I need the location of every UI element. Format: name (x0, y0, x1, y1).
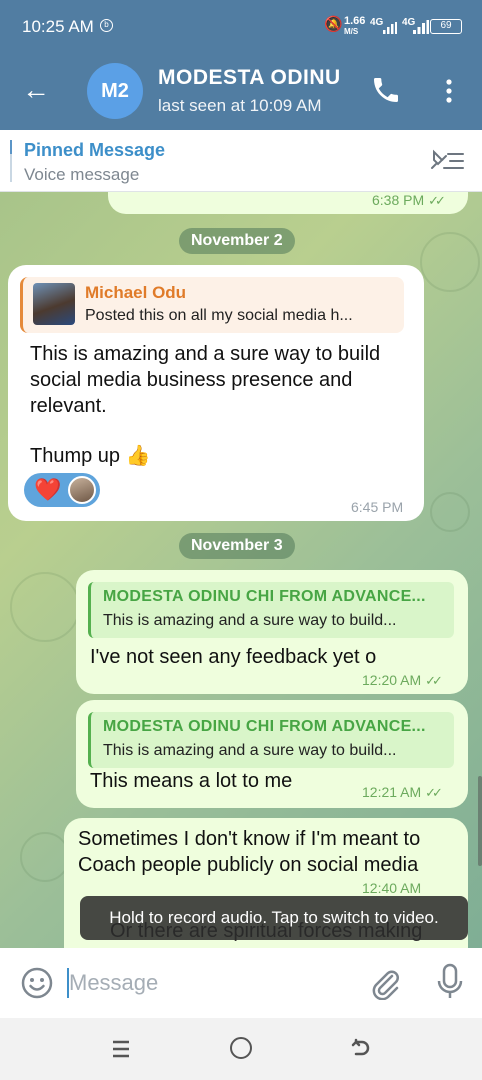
reply-author: MODESTA ODINU CHI FROM ADVANCE... (103, 718, 426, 735)
home-icon[interactable] (230, 1037, 252, 1059)
message-text: This means a lot to me (90, 770, 293, 792)
date-separator: November 3 (179, 533, 295, 559)
reply-text: Posted this on all my social media h... (85, 307, 353, 324)
recents-icon[interactable] (110, 1037, 132, 1061)
net-speed: 1.66 M/S (344, 15, 366, 37)
message-input-bar: Message (0, 948, 482, 1018)
chat-header: ← M2 MODESTA ODINU last seen at 10:09 AM (0, 54, 482, 130)
message-time: 12:21 AM ✓✓ (362, 784, 443, 800)
scrollbar[interactable] (478, 776, 482, 866)
mute-bell-icon: 🔕 (324, 16, 343, 33)
read-checks-icon: ✓✓ (425, 673, 443, 688)
reply-text: This is amazing and a sure way to build.… (103, 612, 397, 629)
message-text: This is amazing and a sure way to build … (30, 343, 381, 467)
more-options-icon[interactable] (438, 76, 460, 106)
emoji-icon[interactable] (20, 966, 54, 1000)
reply-preview[interactable]: Michael Odu Posted this on all my social… (20, 277, 404, 333)
back-arrow-icon[interactable]: ← (22, 76, 50, 104)
message-time: 12:40 AM (362, 880, 422, 896)
pinned-message-bar[interactable]: Pinned Message Voice message (0, 130, 482, 192)
status-time: 10:25 AM (22, 17, 94, 36)
wallpaper-doodle (430, 492, 470, 532)
phone-call-icon[interactable] (370, 74, 402, 106)
pinned-indicator (10, 140, 12, 182)
system-nav-bar (0, 1018, 482, 1080)
message-time: 6:38 PM ✓✓ (372, 192, 446, 208)
reply-text: This is amazing and a sure way to build.… (103, 742, 397, 759)
read-checks-icon: ✓✓ (425, 785, 443, 800)
message-text: I've not seen any feedback yet o (90, 646, 377, 668)
wallpaper-doodle (420, 232, 480, 292)
reply-preview[interactable]: MODESTA ODINU CHI FROM ADVANCE... This i… (88, 582, 454, 638)
reply-thumbnail (33, 283, 75, 325)
last-seen-status: last seen at 10:09 AM (158, 96, 322, 115)
heart-reaction-icon: ❤️ (34, 477, 62, 502)
nav-back-icon[interactable] (350, 1036, 374, 1060)
data-saver-icon: b (100, 19, 113, 32)
wallpaper-doodle (10, 572, 80, 642)
pin-list-icon[interactable] (430, 146, 466, 176)
battery-icon: 69 (430, 19, 462, 34)
microphone-icon[interactable] (434, 963, 466, 1001)
signal-bars-icon-2 (413, 20, 429, 34)
message-input[interactable]: Message (69, 970, 158, 996)
signal-label-1: 4G (370, 17, 384, 28)
message-bubble-outgoing[interactable]: MODESTA ODINU CHI FROM ADVANCE... This i… (76, 700, 468, 808)
contact-name[interactable]: MODESTA ODINU (158, 66, 341, 90)
reply-author: Michael Odu (85, 283, 187, 302)
reply-preview[interactable]: MODESTA ODINU CHI FROM ADVANCE... This i… (88, 712, 454, 768)
reaction-badge[interactable]: ❤️ (24, 473, 100, 507)
attach-icon[interactable] (368, 966, 402, 1000)
chat-area[interactable]: 6:38 PM ✓✓ November 2 Michael Odu Posted … (0, 192, 482, 948)
wallpaper-doodle (20, 832, 70, 882)
pinned-subtitle: Voice message (24, 165, 140, 184)
signal-bars-icon (383, 22, 397, 34)
message-time: 12:20 AM ✓✓ (362, 672, 443, 688)
status-bar: 10:25 AM b 🔕 1.66 M/S 4G 4G 69 (0, 0, 482, 54)
message-text: Sometimes I don't know if I'm meant to C… (78, 828, 421, 876)
record-tooltip: Hold to record audio. Tap to switch to v… (80, 896, 468, 940)
message-time: 6:45 PM (351, 499, 404, 515)
read-checks-icon: ✓✓ (428, 193, 446, 208)
contact-avatar[interactable]: M2 (87, 63, 143, 119)
message-bubble-outgoing[interactable]: 6:38 PM ✓✓ (108, 192, 468, 214)
date-separator: November 2 (179, 228, 295, 254)
message-bubble-incoming[interactable]: Michael Odu Posted this on all my social… (8, 265, 424, 521)
reply-author: MODESTA ODINU CHI FROM ADVANCE... (103, 588, 426, 605)
message-bubble-outgoing[interactable]: MODESTA ODINU CHI FROM ADVANCE... This i… (76, 570, 468, 694)
pinned-title: Pinned Message (24, 140, 166, 160)
reactor-avatar (68, 476, 96, 504)
